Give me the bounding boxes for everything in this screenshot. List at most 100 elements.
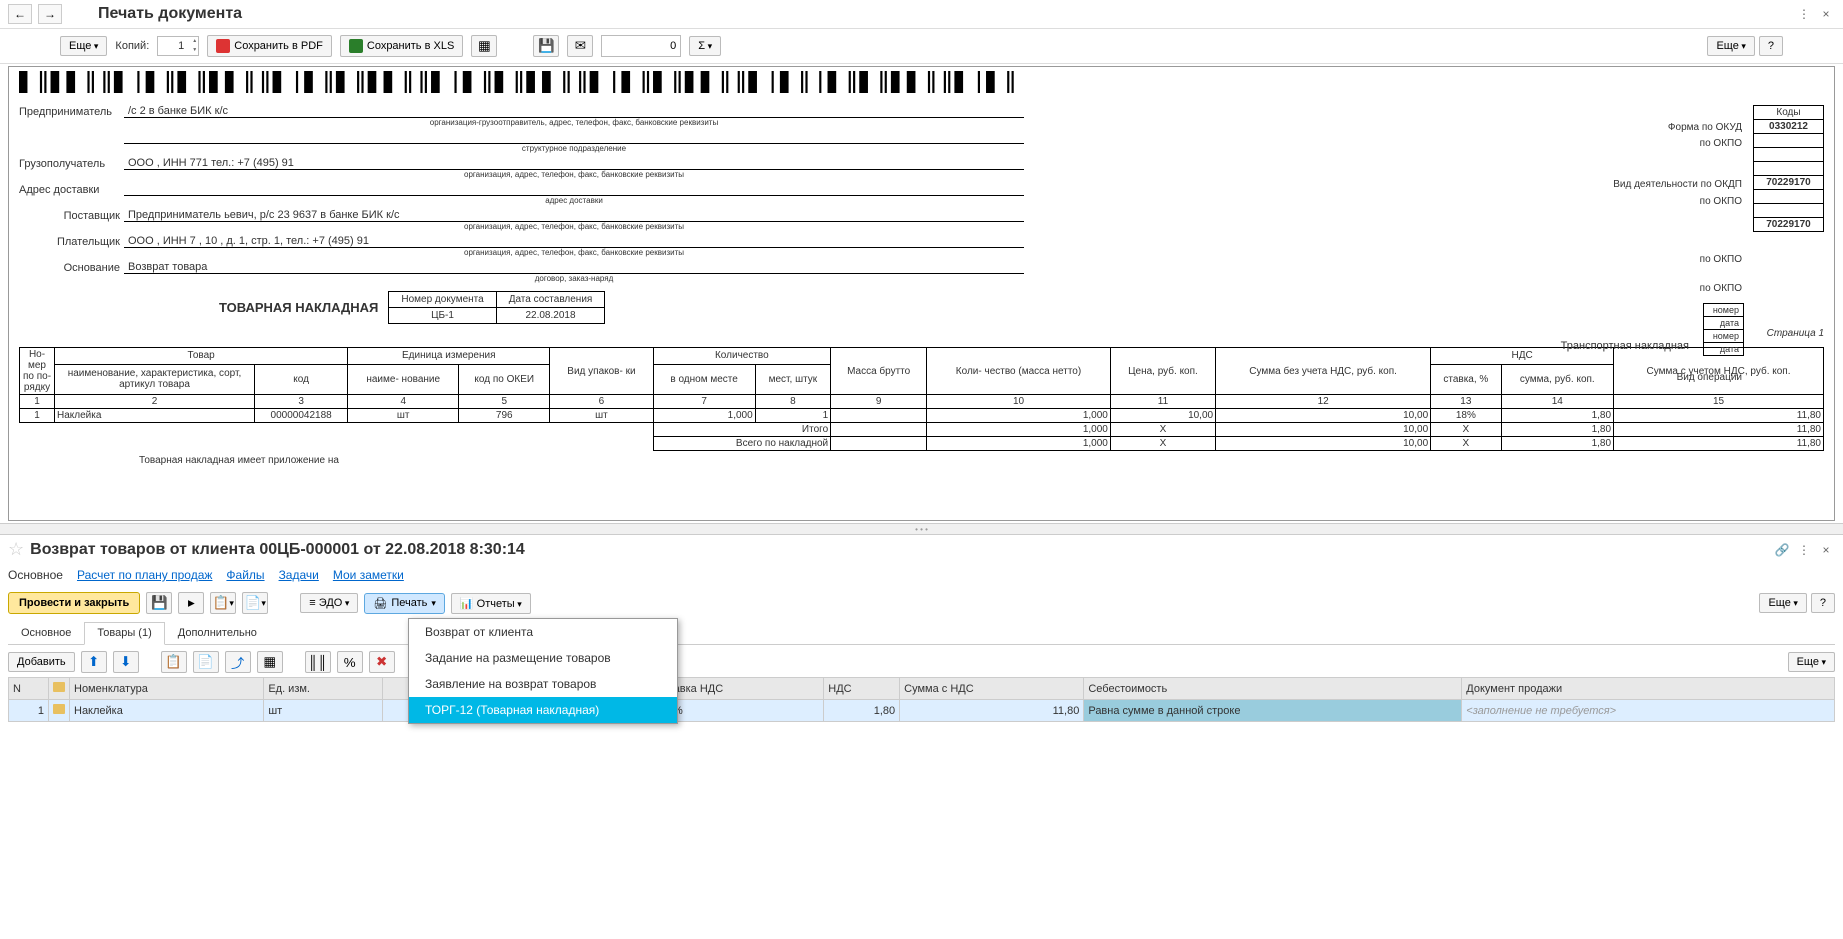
more-button-2[interactable]: Еще [1759, 593, 1806, 613]
post-label: Поставщик [19, 210, 124, 222]
share-button[interactable]: ⤴ [225, 651, 251, 673]
main-tab[interactable]: Расчет по плану продаж [77, 568, 212, 582]
save-pdf-button[interactable]: Сохранить в PDF [207, 35, 332, 57]
print-menu-item[interactable]: Возврат от клиента [409, 619, 677, 645]
main-tab[interactable]: Мои заметки [333, 568, 404, 582]
move-down-button[interactable]: ⬇ [113, 651, 139, 673]
more-button-right[interactable]: Еще [1707, 36, 1754, 56]
more-button[interactable]: Еще [60, 36, 107, 56]
more-button-3[interactable]: Еще [1788, 652, 1835, 672]
edo-button[interactable]: ≡ ЭДО [300, 593, 358, 613]
sub-tab[interactable]: Дополнительно [165, 622, 270, 644]
cell-sumvat[interactable]: 11,80 [900, 700, 1084, 722]
cell-vatrate[interactable]: 18% [656, 700, 823, 722]
footer-text: Товарная накладная имеет приложение на [139, 455, 1824, 466]
sub-tab[interactable]: Товары (1) [84, 622, 164, 645]
print-button[interactable]: 🖨 Печать [364, 593, 445, 614]
cell-docprod[interactable]: <заполнение не требуется> [1462, 700, 1835, 722]
cell-unit[interactable]: шт [264, 700, 383, 722]
grid-header[interactable]: Номенклатура [70, 678, 264, 700]
help-button[interactable]: ? [1759, 36, 1783, 56]
okpo2-value: 70229170 [1754, 176, 1824, 190]
page-title: Печать документа [98, 5, 242, 23]
link-icon[interactable]: 🔗 [1773, 541, 1791, 559]
menu-icon-2[interactable]: ⋮ [1795, 541, 1813, 559]
copies-input[interactable]: 1 [157, 36, 199, 56]
save-doc-button[interactable]: 💾 [146, 592, 172, 614]
process-button[interactable]: ▸ [178, 592, 204, 614]
grid-header[interactable]: Ставка НДС [656, 678, 823, 700]
table-row[interactable]: 1 Наклейка шт 1,000 10,00 10,00 18% 1,80… [9, 700, 1835, 722]
percent-button[interactable]: % [337, 651, 363, 673]
document-preview[interactable]: ▌║▌▌║║▌│▌║▌║▌▌║║▌│▌║▌║▌▌║║▌│▌║▌║▌▌║║▌│▌║… [8, 66, 1835, 521]
favorite-icon[interactable]: ☆ [8, 539, 24, 560]
barcode-button[interactable]: ║║ [305, 651, 331, 673]
data-cell: 18% [1431, 409, 1501, 423]
data-cell: 1,000 [927, 409, 1111, 423]
main-tab[interactable]: Основное [8, 568, 63, 582]
forward-button[interactable]: → [38, 4, 62, 24]
print-menu-item[interactable]: Задание на размещение товаров [409, 645, 677, 671]
form-okud-label: Форма по ОКУД [1542, 122, 1742, 133]
hint3: организация, адрес, телефон, факс, банко… [124, 170, 1024, 179]
cell-vat[interactable]: 1,80 [824, 700, 900, 722]
cell-nom[interactable]: Наклейка [70, 700, 264, 722]
col-num: 8 [755, 395, 830, 409]
osn-label: Основание [19, 262, 124, 274]
grid-header[interactable]: Себестоимость [1084, 678, 1462, 700]
cell-icon[interactable] [49, 700, 70, 722]
mail-button[interactable]: ✉ [567, 35, 593, 57]
plat-label: Плательщик [19, 236, 124, 248]
clear-button[interactable]: ✖ [369, 651, 395, 673]
folder-icon [53, 704, 65, 714]
copy-button[interactable]: 📋 [210, 592, 236, 614]
fill-button[interactable]: ▦ [257, 651, 283, 673]
cell-n[interactable]: 1 [9, 700, 49, 722]
data-cell: 10,00 [1216, 409, 1431, 423]
barcode: ▌║▌▌║║▌│▌║▌║▌▌║║▌│▌║▌║▌▌║║▌│▌║▌║▌▌║║▌│▌║… [19, 71, 1824, 93]
grid-header[interactable]: N [9, 678, 49, 700]
edo-label: ЭДО [319, 597, 343, 609]
itogo-x1: X [1110, 423, 1215, 437]
splitter[interactable]: • • • [0, 523, 1843, 535]
th-stavka: ставка, % [1431, 364, 1501, 394]
process-close-button[interactable]: Провести и закрыть [8, 592, 140, 614]
preview-button[interactable]: ▦ [471, 35, 497, 57]
print-menu-item[interactable]: Заявление на возврат товаров [409, 671, 677, 697]
main-tabs: Основное Расчет по плану продаж Файлы Задач… [8, 568, 1835, 582]
adr-value [124, 183, 1024, 196]
paste-row-button[interactable]: 📄 [193, 651, 219, 673]
sub-tab[interactable]: Основное [8, 622, 84, 644]
grid-header[interactable] [49, 678, 70, 700]
main-tab[interactable]: Задачи [279, 568, 319, 582]
num-input[interactable] [601, 35, 681, 57]
document-title: Возврат товаров от клиента 00ЦБ-000001 о… [30, 541, 525, 559]
help-button-2[interactable]: ? [1811, 593, 1835, 613]
doc-num: ЦБ-1 [389, 308, 496, 324]
print-menu-item[interactable]: ТОРГ-12 (Товарная накладная) [409, 697, 677, 723]
okdp-value [1754, 162, 1824, 176]
sigma-button[interactable]: Σ [689, 36, 721, 56]
grid-header[interactable]: Документ продажи [1462, 678, 1835, 700]
grid-header[interactable]: Сумма с НДС [900, 678, 1084, 700]
menu-icon[interactable]: ⋮ [1795, 5, 1813, 23]
th-kod: код [255, 364, 348, 394]
data-cell: 11,80 [1614, 409, 1824, 423]
move-up-button[interactable]: ⬆ [81, 651, 107, 673]
save-xls-button[interactable]: Сохранить в XLS [340, 35, 463, 57]
grid-header[interactable]: Ед. изм. [264, 678, 383, 700]
save-button[interactable]: 💾 [533, 35, 559, 57]
close-icon[interactable]: × [1817, 5, 1835, 23]
basis-button[interactable]: 📄 [242, 592, 268, 614]
grid-header[interactable]: НДС [824, 678, 900, 700]
vsego-label: Всего по накладной [653, 437, 831, 451]
close-icon-2[interactable]: × [1817, 541, 1835, 559]
items-grid[interactable]: NНоменклатураЕд. изм.СуммаСтавка НДСНДСС… [8, 677, 1835, 722]
cell-cost[interactable]: Равна сумме в данной строке [1084, 700, 1462, 722]
back-button[interactable]: ← [8, 4, 32, 24]
copy-row-button[interactable]: 📋 [161, 651, 187, 673]
th-kolvo: Количество [653, 348, 831, 365]
reports-button[interactable]: 📊 Отчеты [451, 593, 531, 614]
main-tab[interactable]: Файлы [226, 568, 264, 582]
add-button[interactable]: Добавить [8, 652, 75, 672]
